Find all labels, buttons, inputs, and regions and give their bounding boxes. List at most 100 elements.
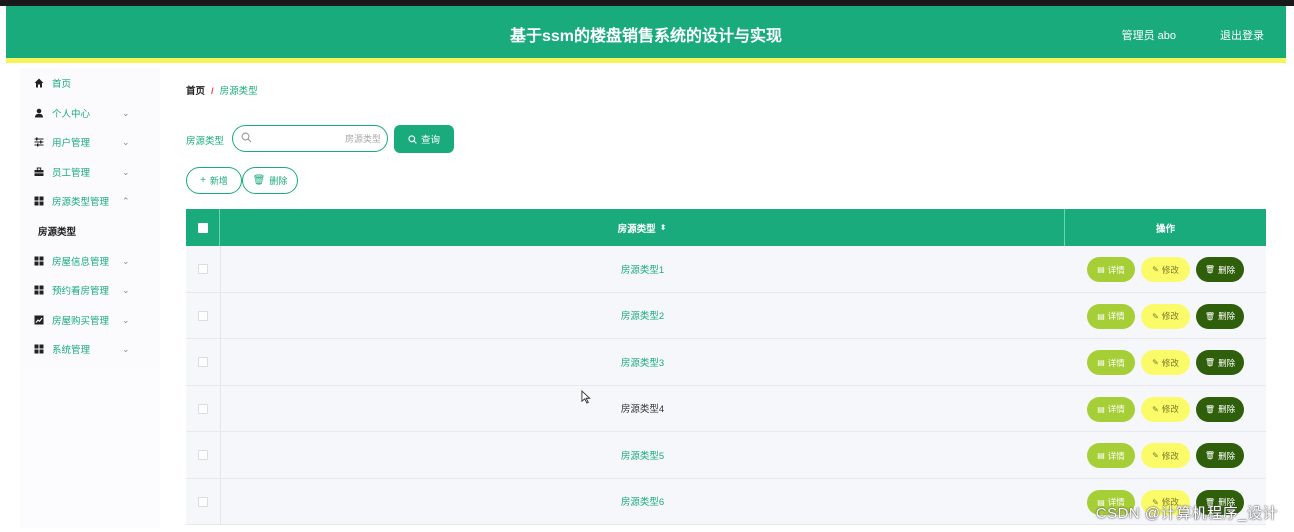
- detail-label: 详情: [1107, 311, 1125, 321]
- search-label: 房源类型: [186, 136, 225, 147]
- pencil-icon: ✎: [1152, 358, 1159, 367]
- table-header: 房源类型 ⬍ 操作: [186, 209, 1266, 246]
- edit-button[interactable]: ✎ 修改: [1141, 350, 1190, 375]
- detail-button[interactable]: ▤ 详情: [1087, 443, 1135, 468]
- search-icon: [241, 132, 252, 143]
- search-input[interactable]: [257, 130, 381, 147]
- detail-label: 详情: [1107, 357, 1125, 368]
- pencil-icon: ✎: [1152, 451, 1159, 460]
- query-button[interactable]: 查询: [394, 125, 454, 153]
- detail-button[interactable]: ▤ 详情: [1087, 396, 1135, 422]
- document-icon: ▤: [1097, 451, 1105, 460]
- sidebar-subitem-house-type[interactable]: 房源类型: [20, 218, 160, 244]
- chart-icon: [34, 315, 44, 325]
- sidebar-item-label: 房源类型: [38, 227, 77, 238]
- sidebar-item-label: 房屋购买管理: [52, 316, 110, 327]
- sidebar-item-label: 用户管理: [52, 138, 91, 149]
- add-button[interactable]: + 新增: [186, 167, 242, 194]
- house-type-name: 房源类型6: [620, 497, 665, 509]
- edit-label: 修改: [1161, 357, 1179, 368]
- row-checkbox[interactable]: [198, 264, 208, 274]
- sort-icon[interactable]: ⬍: [660, 223, 667, 232]
- plus-icon: +: [200, 175, 206, 186]
- detail-button[interactable]: ▤ 详情: [1087, 303, 1135, 329]
- grid-icon: [34, 344, 44, 354]
- edit-button[interactable]: ✎ 修改: [1141, 396, 1190, 422]
- table-row: 房源类型1 ▤ 详情 ✎ 修改 🗑 删除: [186, 246, 1266, 293]
- column-label: 操作: [1155, 223, 1175, 235]
- column-house-type[interactable]: 房源类型 ⬍: [220, 209, 1065, 246]
- sidebar-item-house-info[interactable]: 房屋信息管理 ⌄: [20, 248, 160, 274]
- trash-icon: 🗑: [252, 175, 266, 186]
- row-delete-button[interactable]: 🗑 删除: [1196, 350, 1244, 375]
- sidebar-item-system[interactable]: 系统管理 ⌄: [20, 336, 160, 362]
- detail-button[interactable]: ▤ 详情: [1087, 350, 1135, 375]
- chevron-down-icon: ⌄: [122, 314, 130, 325]
- chevron-down-icon: ⌄: [122, 107, 130, 118]
- sidebar-item-viewing-appointments[interactable]: 预约看房管理 ⌄: [20, 277, 160, 303]
- document-icon: ▤: [1097, 404, 1105, 414]
- row-checkbox[interactable]: [198, 496, 208, 507]
- edit-button[interactable]: ✎ 修改: [1141, 443, 1190, 468]
- logout-link[interactable]: 退出登录: [1220, 27, 1264, 43]
- row-checkbox[interactable]: [198, 450, 208, 460]
- sidebar-item-home[interactable]: 首页: [20, 70, 160, 96]
- table-row: 房源类型2 ▤ 详情 ✎ 修改 🗑 删除: [186, 292, 1266, 339]
- sidebar-item-label: 首页: [52, 79, 72, 90]
- row-delete-button[interactable]: 🗑 删除: [1196, 257, 1244, 282]
- user-icon: [35, 108, 43, 118]
- watermark: CSDN @计算机程序_设计: [1095, 505, 1278, 522]
- house-type-name: 房源类型1: [620, 264, 665, 276]
- select-all-checkbox[interactable]: [198, 223, 208, 233]
- row-checkbox[interactable]: [198, 310, 208, 321]
- sidebar-item-label: 预约看房管理: [52, 286, 110, 297]
- chevron-down-icon: ⌄: [122, 255, 130, 266]
- current-user: 管理员 abo: [1121, 30, 1176, 42]
- trash-icon: 🗑: [1204, 404, 1216, 414]
- sidebar-item-profile[interactable]: 个人中心 ⌄: [20, 100, 160, 126]
- document-icon: ▤: [1097, 265, 1105, 274]
- trash-icon: 🗑: [1204, 358, 1216, 367]
- house-type-name: 房源类型5: [620, 450, 665, 462]
- edit-button[interactable]: ✎ 修改: [1141, 257, 1190, 282]
- pencil-icon: ✎: [1152, 404, 1159, 414]
- table-row: 房源类型5 ▤ 详情 ✎ 修改 🗑 删除: [186, 432, 1266, 479]
- sidebar: 首页 个人中心 ⌄ 用户管理 ⌄ 员工管理 ⌄ 房源类型管理 ⌃ 房源类型 房屋…: [20, 68, 160, 368]
- query-button-label: 查询: [420, 135, 440, 146]
- row-delete-button[interactable]: 🗑 删除: [1196, 443, 1244, 468]
- detail-button[interactable]: ▤ 详情: [1087, 257, 1135, 282]
- sidebar-item-house-purchase[interactable]: 房屋购买管理 ⌄: [20, 307, 160, 333]
- sidebar-item-label: 个人中心: [52, 109, 91, 120]
- row-delete-button[interactable]: 🗑 删除: [1196, 396, 1244, 422]
- pencil-icon: ✎: [1152, 265, 1159, 274]
- sidebar-item-house-type-mgmt[interactable]: 房源类型管理 ⌃: [20, 188, 160, 214]
- delete-button-label: 删除: [269, 176, 288, 186]
- edit-label: 修改: [1161, 404, 1179, 414]
- row-delete-button[interactable]: 🗑 删除: [1196, 303, 1244, 329]
- trash-icon: 🗑: [1204, 451, 1216, 460]
- delete-button[interactable]: 🗑 删除: [242, 167, 298, 194]
- chevron-down-icon: ⌄: [122, 284, 130, 295]
- sidebar-background: [20, 368, 160, 528]
- briefcase-icon: [34, 167, 44, 176]
- breadcrumb-home[interactable]: 首页: [186, 86, 205, 97]
- sidebar-item-label: 系统管理: [52, 345, 91, 356]
- row-checkbox[interactable]: [198, 403, 208, 414]
- grid-icon: [34, 256, 44, 266]
- sidebar-item-label: 房源类型管理: [52, 197, 110, 208]
- breadcrumb-separator: /: [211, 86, 214, 97]
- chevron-down-icon: ⌄: [122, 343, 130, 354]
- edit-button[interactable]: ✎ 修改: [1141, 303, 1190, 329]
- app-title: 基于ssm的楼盘销售系统的设计与实现: [509, 28, 783, 45]
- sidebar-item-staff[interactable]: 员工管理 ⌄: [20, 159, 160, 185]
- sidebar-item-users[interactable]: 用户管理 ⌄: [20, 129, 160, 155]
- delete-label: 删除: [1218, 404, 1236, 414]
- delete-label: 删除: [1218, 450, 1236, 461]
- grid-icon: [34, 196, 44, 206]
- sidebar-item-label: 房屋信息管理: [52, 257, 110, 268]
- chevron-down-icon: ⌄: [122, 166, 130, 177]
- row-checkbox[interactable]: [198, 357, 208, 367]
- document-icon: ▤: [1097, 311, 1105, 321]
- column-actions: 操作: [1065, 209, 1266, 246]
- header-checkbox-cell: [186, 209, 220, 246]
